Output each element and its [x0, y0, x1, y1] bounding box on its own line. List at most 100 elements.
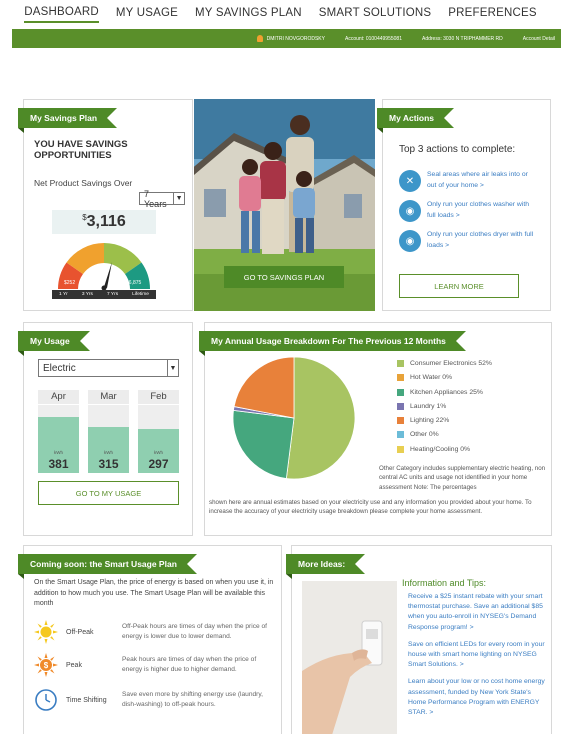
- thermostat-photo: [302, 581, 397, 734]
- go-to-savings-plan-button[interactable]: GO TO SAVINGS PLAN: [224, 266, 344, 288]
- legend-label: Heating/Cooling 0%: [410, 445, 471, 453]
- gauge-low-label: $252: [64, 280, 75, 286]
- gauge-period-bar: 1 Yr 3 Yrs 7 Yrs Lifetime: [52, 290, 156, 299]
- usage-bar-value: 297: [148, 457, 169, 471]
- usage-bar-unit: kWh: [54, 450, 63, 455]
- legend-swatch: [397, 360, 404, 367]
- legend-item: Laundry 1%: [397, 402, 492, 410]
- nav-smart-solutions[interactable]: SMART SOLUTIONS: [319, 7, 432, 22]
- legend-item: Lighting 22%: [397, 417, 492, 425]
- action-item[interactable]: ◉ Only run your clothes washer with full…: [399, 200, 539, 222]
- legend-swatch: [397, 402, 404, 410]
- tools-icon: ✕: [399, 170, 421, 192]
- pie-slice-kitchen-appliances[interactable]: [232, 409, 295, 479]
- off-peak-row: Off-Peak Off-Peak hours are times of day…: [34, 620, 267, 644]
- tip-link[interactable]: Save on efficient LEDs for every room in…: [408, 640, 550, 671]
- go-to-my-usage-button[interactable]: GO TO MY USAGE: [38, 481, 179, 505]
- account-user[interactable]: DMITRI NOVGORODSKY: [256, 35, 325, 42]
- legend-item: Heating/Cooling 0%: [397, 445, 492, 453]
- main-nav: DASHBOARD MY USAGE MY SAVINGS PLAN SMART…: [0, 0, 561, 28]
- legend-label: Kitchen Appliances 25%: [410, 388, 483, 396]
- chevron-down-icon: ▼: [167, 360, 178, 376]
- account-address: Address: 3030 N TRIPHAMMER RD: [421, 35, 503, 42]
- legend-item: Kitchen Appliances 25%: [397, 388, 492, 396]
- period-select[interactable]: 7 Years ▼: [139, 189, 185, 209]
- nav-my-usage[interactable]: MY USAGE: [116, 7, 178, 22]
- gauge-period-lifetime[interactable]: Lifetime: [132, 292, 149, 297]
- nav-preferences[interactable]: PREFERENCES: [448, 7, 536, 22]
- smart-usage-plan-title: Coming soon: the Smart Usage Plan: [18, 554, 197, 579]
- user-icon: [256, 35, 263, 42]
- gauge-period-7yr[interactable]: 7 Yrs: [107, 292, 118, 297]
- legend-item: Consumer Electronics 52%: [397, 360, 492, 367]
- time-shifting-description: Save even more by shifting energy use (l…: [122, 691, 263, 708]
- legend-label: Laundry 1%: [410, 402, 447, 410]
- usage-breakdown-title: My Annual Usage Breakdown For The Previo…: [199, 331, 466, 356]
- pie-legend: Consumer Electronics 52% Hot Water 0% Kitc…: [397, 360, 492, 460]
- legend-label: Other 0%: [410, 431, 439, 439]
- savings-headline: YOU HAVE SAVINGS OPPORTUNITIES: [34, 139, 128, 161]
- usage-bar-value: 315: [98, 457, 119, 471]
- peak-description: Peak hours are times of day when the pri…: [122, 656, 257, 673]
- smart-plan-intro: On the Smart Usage Plan, the price of en…: [34, 579, 274, 607]
- fuel-type-select[interactable]: Electric ▼: [38, 359, 179, 377]
- usage-bar-value: 381: [48, 457, 69, 471]
- tip-link[interactable]: Learn about your low or no cost home ene…: [408, 677, 550, 718]
- legend-swatch: [397, 374, 404, 382]
- legend-swatch: [397, 445, 404, 453]
- usage-breakdown-panel: My Annual Usage Breakdown For The Previo…: [199, 322, 552, 536]
- tips-list: Receive a $25 instant rebate with your s…: [408, 592, 550, 725]
- legend-swatch: [397, 417, 404, 425]
- usage-bar-unit: kWh: [104, 450, 113, 455]
- my-usage-panel: My Usage Electric ▼ Apr kWh 381 Mar kWh 315 Fe…: [18, 322, 193, 536]
- more-ideas-title: More Ideas:: [286, 554, 366, 579]
- savings-amount-box: $ 3,116: [52, 210, 156, 234]
- action-item-label[interactable]: Seal areas where air leaks into or out o…: [427, 170, 539, 191]
- usage-bar-month-label: Apr: [38, 390, 79, 404]
- tip-link[interactable]: Receive a $25 instant rebate with your s…: [408, 592, 550, 633]
- action-item-label[interactable]: Only run your clothes washer with full l…: [427, 200, 539, 221]
- time-shifting-label: Time Shifting: [66, 696, 107, 704]
- period-select-value: 7 Years: [144, 188, 167, 209]
- account-detail-link[interactable]: Account Detail: [523, 36, 555, 42]
- gauge-period-1yr[interactable]: 1 Yr: [59, 292, 68, 297]
- account-bar: DMITRI NOVGORODSKY Account: 010044995508…: [12, 29, 561, 48]
- gauge-high-label: $6,875: [126, 280, 142, 286]
- usage-pie-chart: [232, 356, 356, 480]
- nav-dashboard[interactable]: DASHBOARD: [24, 6, 99, 23]
- account-user-name: DMITRI NOVGORODSKY: [266, 35, 325, 42]
- peak-sun-icon: $: [34, 653, 58, 677]
- net-savings-label: Net Product Savings Over: [34, 178, 133, 188]
- washer-icon: ◉: [399, 200, 421, 222]
- usage-bar-unit: kWh: [154, 450, 163, 455]
- peak-label: Peak: [66, 661, 82, 669]
- off-peak-description: Off-Peak hours are times of day when the…: [122, 623, 268, 640]
- more-ideas-panel: More Ideas: Information and Tips: Receiv…: [286, 545, 552, 734]
- chevron-down-icon: ▼: [173, 193, 184, 204]
- action-item[interactable]: ◉ Only run your clothes dryer with full …: [399, 230, 539, 252]
- time-shifting-row: Time Shifting Save even more by shifting…: [34, 688, 267, 712]
- savings-amount: 3,116: [86, 213, 126, 230]
- legend-label: Consumer Electronics 52%: [410, 360, 492, 367]
- legend-item: Other 0%: [397, 431, 492, 439]
- dryer-icon: ◉: [399, 230, 421, 252]
- legend-label: Lighting 22%: [410, 417, 450, 425]
- usage-bar-mar[interactable]: Mar kWh 315: [88, 390, 129, 474]
- gauge-period-3yr[interactable]: 3 Yrs: [82, 292, 93, 297]
- off-peak-label: Off-Peak: [66, 628, 94, 636]
- usage-bar-feb[interactable]: Feb kWh 297: [138, 390, 179, 474]
- breakdown-note-full: shown here are annual estimates based on…: [209, 499, 532, 516]
- usage-bar-apr[interactable]: Apr kWh 381: [38, 390, 79, 474]
- account-number: Account: 0100449955081: [344, 35, 402, 42]
- legend-swatch: [397, 388, 404, 396]
- action-item[interactable]: ✕ Seal areas where air leaks into or out…: [399, 170, 539, 192]
- svg-text:$: $: [44, 661, 49, 670]
- my-usage-title: My Usage: [18, 331, 90, 356]
- nav-my-savings-plan[interactable]: MY SAVINGS PLAN: [195, 7, 302, 22]
- peak-row: $ Peak Peak hours are times of day when …: [34, 653, 267, 677]
- learn-more-button[interactable]: LEARN MORE: [399, 274, 519, 298]
- savings-plan-panel: My Savings Plan YOU HAVE SAVINGS OPPORTU…: [18, 99, 193, 311]
- action-item-label[interactable]: Only run your clothes dryer with full lo…: [427, 230, 539, 251]
- ideas-heading: Information and Tips:: [402, 578, 487, 588]
- pie-slice-consumer-electronics[interactable]: [285, 356, 356, 480]
